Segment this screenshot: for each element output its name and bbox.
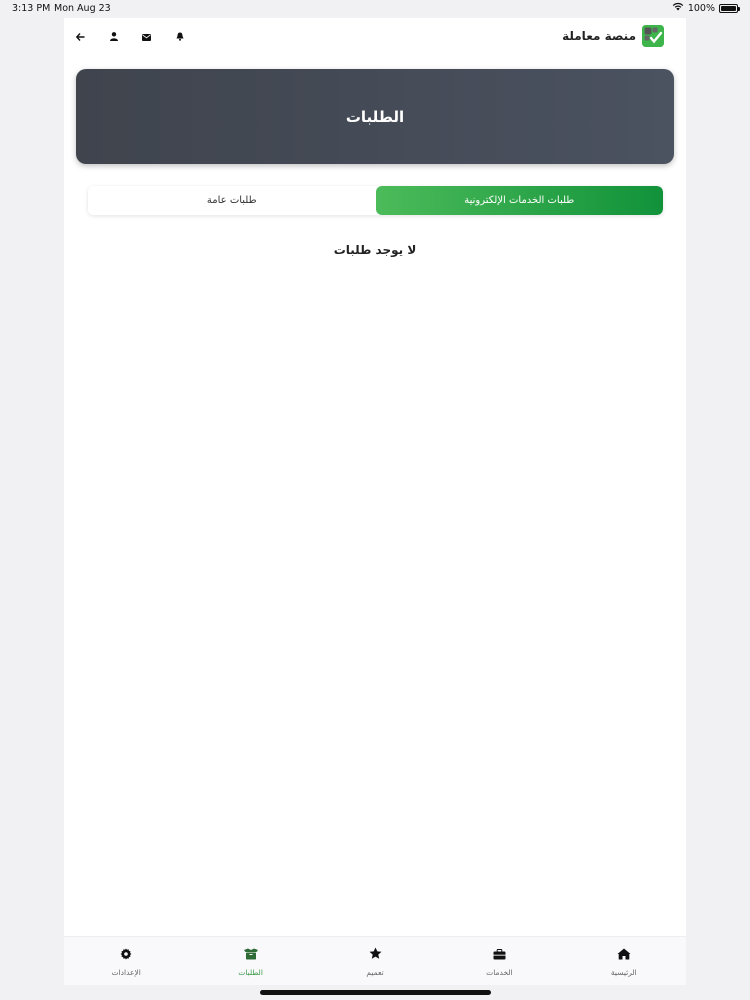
home-indicator[interactable] (260, 990, 491, 995)
nav-item-home[interactable]: الرئيسية (562, 937, 686, 985)
envelope-icon (142, 26, 151, 45)
requests-tabs: طلبات عامة طلبات الخدمات الإلكترونية (88, 186, 663, 215)
box-open-icon (243, 945, 259, 964)
top-bar: منصة معاملة (64, 18, 686, 53)
nav-label-requests: الطلبات (238, 968, 263, 977)
gear-icon (120, 945, 132, 964)
nav-label-settings: الإعدادات (111, 968, 141, 977)
status-bar: 3:13 PM Mon Aug 23 100% (0, 0, 750, 18)
bottom-navigation: الإعدادات الطلبات تعميم الخدمات الرئيسية (64, 936, 686, 985)
profile-button[interactable] (97, 18, 130, 53)
logo-icon (642, 25, 664, 47)
battery-percent: 100% (687, 2, 715, 14)
nav-label-services: الخدمات (486, 968, 513, 977)
nav-item-settings[interactable]: الإعدادات (64, 937, 188, 985)
nav-item-requests[interactable]: الطلبات (188, 937, 312, 985)
star-icon (369, 945, 382, 964)
user-icon (109, 26, 118, 45)
battery-icon (719, 3, 740, 13)
brand: منصة معاملة (562, 23, 664, 49)
status-date: Mon Aug 23 (54, 3, 111, 14)
status-right: 100% (672, 2, 740, 14)
nav-label-home: الرئيسية (610, 968, 637, 977)
top-bar-actions (64, 18, 196, 53)
back-arrow-icon (75, 26, 85, 45)
brand-name: منصة معاملة (562, 29, 636, 43)
nav-item-circular[interactable]: تعميم (313, 937, 437, 985)
page-header-card: الطلبات (76, 69, 674, 164)
tab-electronic-services-requests[interactable]: طلبات الخدمات الإلكترونية (375, 186, 663, 215)
notifications-button[interactable] (163, 18, 196, 53)
tab-general-requests[interactable]: طلبات عامة (88, 186, 376, 215)
page-title: الطلبات (345, 107, 405, 126)
nav-item-services[interactable]: الخدمات (437, 937, 561, 985)
app-window: منصة معاملة الطلبات طلبات عامة طلبات الخ… (64, 18, 686, 985)
home-icon (617, 945, 631, 964)
bell-icon (176, 26, 184, 45)
nav-label-circular: تعميم (366, 968, 384, 977)
wifi-icon (672, 2, 684, 14)
empty-state-message: لا يوجد طلبات (333, 243, 417, 257)
back-button[interactable] (64, 18, 97, 53)
briefcase-icon (493, 945, 506, 964)
messages-button[interactable] (130, 18, 163, 53)
status-time: 3:13 PM (12, 3, 51, 14)
